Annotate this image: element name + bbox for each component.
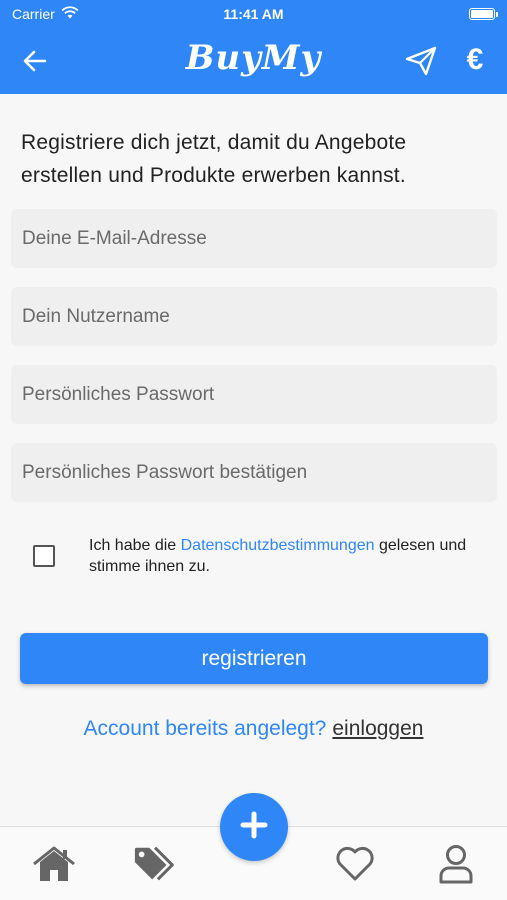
intro-text: Registriere dich jetzt, damit du Angebot… (21, 131, 407, 187)
privacy-policy-link[interactable]: Datenschutzbestimmungen (181, 537, 375, 554)
battery-icon (469, 8, 498, 20)
email-field[interactable] (11, 209, 497, 268)
register-button[interactable]: registrieren (20, 633, 488, 684)
heart-icon[interactable] (332, 843, 378, 885)
login-prompt: Account bereits angelegt? einloggen (0, 717, 507, 741)
send-icon[interactable] (402, 42, 440, 80)
privacy-checkbox[interactable] (33, 545, 55, 567)
tags-icon[interactable] (133, 843, 179, 885)
password-confirm-field[interactable] (11, 443, 497, 502)
wifi-icon (61, 6, 79, 22)
nav-bar: BuyMy € (0, 28, 507, 94)
plus-icon (240, 811, 268, 844)
euro-icon[interactable]: € (456, 40, 494, 80)
consent-text: Ich habe die Datenschutzbestimmungen gel… (89, 535, 499, 577)
consent-text-before: Ich habe die (89, 537, 181, 554)
username-field[interactable] (11, 287, 497, 346)
password-field[interactable] (11, 365, 497, 424)
login-link[interactable]: einloggen (332, 717, 423, 740)
login-question: Account bereits angelegt? (83, 717, 327, 740)
carrier-label: Carrier (12, 6, 55, 22)
privacy-consent: Ich habe die Datenschutzbestimmungen gel… (33, 534, 493, 580)
home-icon[interactable] (31, 843, 77, 885)
user-icon[interactable] (433, 843, 479, 885)
status-left: Carrier (12, 6, 79, 22)
status-bar: Carrier 11:41 AM (0, 0, 507, 28)
add-button[interactable] (220, 793, 288, 861)
